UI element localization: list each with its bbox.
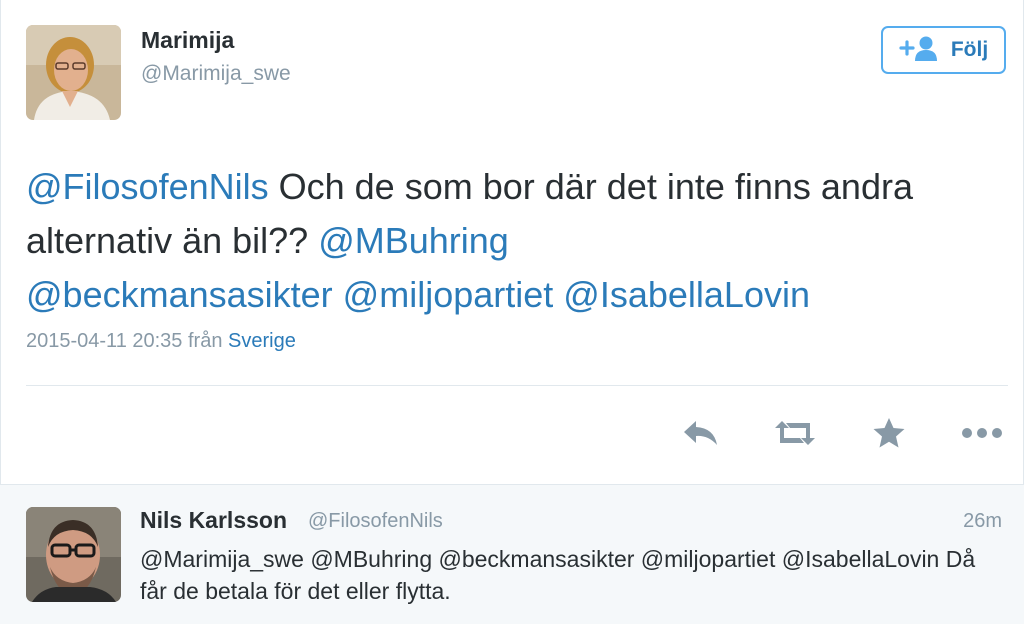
star-icon [872,417,906,454]
mention-link[interactable]: @FilosofenNils [26,166,269,207]
reply-text: @Marimija_swe @MBuhring @beckmansasikter… [140,546,976,604]
display-name[interactable]: Marimija [141,27,234,54]
favorite-button[interactable] [865,415,913,455]
reply-tweet[interactable]: Nils Karlsson @FilosofenNils 26m @Marimi… [0,484,1024,624]
user-handle[interactable]: @Marimija_swe [141,62,291,86]
mention-link[interactable]: @miljopartiet [343,274,554,315]
user-handle[interactable]: @FilosofenNils [308,510,443,533]
avatar[interactable] [26,507,121,602]
location-link[interactable]: Sverige [228,330,296,352]
mention-link[interactable]: @IsabellaLovin [563,274,810,315]
main-tweet: Marimija @Marimija_swe Följ @FilosofenNi… [0,0,1024,484]
reply-icon [681,418,721,453]
retweet-button[interactable] [771,415,819,455]
reply-button[interactable] [677,415,725,455]
timestamp[interactable]: 26m [963,510,1002,533]
divider [26,385,1008,386]
add-user-icon [899,35,941,66]
avatar[interactable] [26,25,121,120]
tweet-meta: 2015-04-11 20:35 från Sverige [26,330,296,353]
mention-link[interactable]: @beckmansasikter [26,274,333,315]
follow-button[interactable]: Följ [881,26,1006,74]
timestamp[interactable]: 2015-04-11 20:35 från [26,330,222,352]
more-icon [960,426,1004,445]
display-name[interactable]: Nils Karlsson [140,507,287,534]
more-button[interactable] [958,415,1006,455]
mention-link[interactable]: @MBuhring [318,220,509,261]
tweet-text: @FilosofenNils Och de som bor där det in… [26,160,986,322]
retweet-icon [772,418,818,453]
follow-label: Följ [950,38,989,61]
